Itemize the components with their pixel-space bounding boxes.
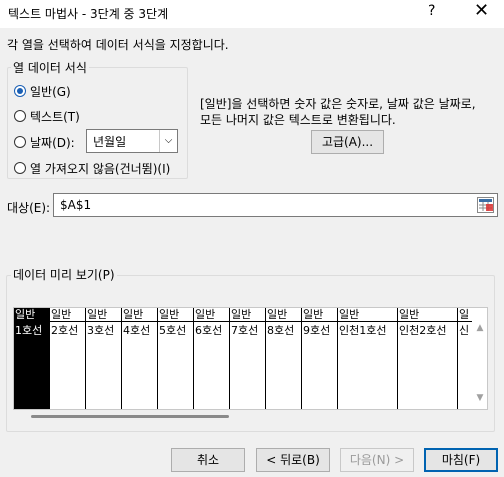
preview-vertical-scrollbar[interactable]: ▲ ▼: [472, 307, 488, 410]
radio-general-circle[interactable]: [14, 85, 26, 97]
preview-column[interactable]: 일반 1호선: [14, 308, 50, 409]
info-text-line1: [일반]을 선택하면 숫자 값은 숫자로, 날짜 값은 날짜로,: [200, 97, 476, 111]
radio-skip-circle[interactable]: [14, 162, 26, 174]
chevron-down-icon[interactable]: ⌵: [159, 130, 177, 152]
radio-date-circle[interactable]: [14, 136, 26, 148]
info-text-line2: 모든 나머지 값은 텍스트로 변환됩니다.: [200, 113, 396, 127]
preview-column[interactable]: 일반 6호선: [194, 308, 230, 409]
preview-column[interactable]: 일반 4호선: [122, 308, 158, 409]
radio-text-label: 텍스트(T): [30, 110, 80, 124]
preview-cell: 4호선: [123, 324, 151, 337]
preview-cell: 9호선: [303, 324, 331, 337]
preview-column-header: 일: [458, 308, 472, 322]
preview-cell: 2호선: [51, 324, 79, 337]
info-text: [일반]을 선택하면 숫자 값은 숫자로, 날짜 값은 날짜로, 모든 나머지 …: [200, 96, 500, 128]
target-value: $A$1: [60, 198, 92, 212]
preview-column[interactable]: 일반 5호선: [158, 308, 194, 409]
preview-column-header: 일반: [266, 308, 301, 322]
preview-column[interactable]: 일 신: [458, 308, 472, 409]
preview-column-header: 일반: [14, 308, 49, 322]
preview-column[interactable]: 일반 7호선: [230, 308, 266, 409]
preview-column[interactable]: 일반 2호선: [50, 308, 86, 409]
preview-column-header: 일반: [86, 308, 121, 322]
preview-cell: 1호선: [15, 324, 43, 337]
cancel-button[interactable]: 취소: [171, 448, 245, 472]
column-format-group-label: 열 데이터 서식: [11, 59, 89, 76]
preview-column[interactable]: 일반 3호선: [86, 308, 122, 409]
preview-cell: 3호선: [87, 324, 115, 337]
preview-area[interactable]: 일반 1호선 일반 2호선 일반 3호선 일반 4호선 일반 5호선 일반 6호…: [13, 307, 488, 410]
date-format-select[interactable]: 년월일 ⌵: [86, 129, 178, 153]
close-button[interactable]: ✕: [474, 0, 489, 21]
preview-column-header: 일반: [398, 308, 457, 322]
date-format-value: 년월일: [93, 135, 127, 149]
help-button[interactable]: ?: [428, 3, 435, 19]
preview-cell: 5호선: [159, 324, 187, 337]
radio-date-label: 날짜(D):: [30, 136, 75, 150]
radio-general-label: 일반(G): [30, 85, 71, 99]
finish-button[interactable]: 마침(F): [424, 448, 498, 472]
preview-column-header: 일반: [338, 308, 397, 322]
description-text: 각 열을 선택하여 데이터 서식을 지정합니다.: [7, 38, 229, 52]
preview-group-label: 데이터 미리 보기(P): [11, 266, 117, 283]
preview-column[interactable]: 일반 인천1호선: [338, 308, 398, 409]
range-picker-icon[interactable]: [477, 197, 494, 213]
scroll-down-icon[interactable]: ▼: [472, 393, 488, 407]
advanced-button[interactable]: 고급(A)...: [311, 130, 384, 154]
preview-cell: 7호선: [231, 324, 259, 337]
preview-column[interactable]: 일반 8호선: [266, 308, 302, 409]
preview-column-header: 일반: [50, 308, 85, 322]
radio-skip-label: 열 가져오지 않음(건너뜀)(I): [30, 162, 171, 176]
preview-column-header: 일반: [122, 308, 157, 322]
target-input[interactable]: $A$1: [53, 193, 498, 217]
horizontal-scroll-thumb[interactable]: [31, 415, 229, 418]
preview-column-header: 일반: [194, 308, 229, 322]
preview-cell: 인천2호선: [399, 324, 447, 337]
preview-column[interactable]: 일반 인천2호선: [398, 308, 458, 409]
preview-horizontal-scrollbar[interactable]: [13, 412, 471, 422]
preview-cell: 인천1호선: [339, 324, 387, 337]
back-button[interactable]: < 뒤로(B): [256, 448, 330, 472]
preview-cell: 8호선: [267, 324, 295, 337]
preview-cell: 6호선: [195, 324, 223, 337]
preview-column-header: 일반: [230, 308, 265, 322]
target-label: 대상(E):: [7, 201, 51, 215]
preview-column-header: 일반: [302, 308, 337, 322]
scroll-up-icon[interactable]: ▲: [472, 323, 488, 337]
preview-column[interactable]: 일반 9호선: [302, 308, 338, 409]
title-bar: 텍스트 마법사 - 3단계 중 3단계 ? ✕: [0, 0, 504, 28]
next-button[interactable]: 다음(N) >: [340, 448, 414, 472]
window-title: 텍스트 마법사 - 3단계 중 3단계: [8, 7, 169, 21]
radio-text-circle[interactable]: [14, 110, 26, 122]
preview-column-header: 일반: [158, 308, 193, 322]
preview-cell: 신: [459, 324, 470, 337]
